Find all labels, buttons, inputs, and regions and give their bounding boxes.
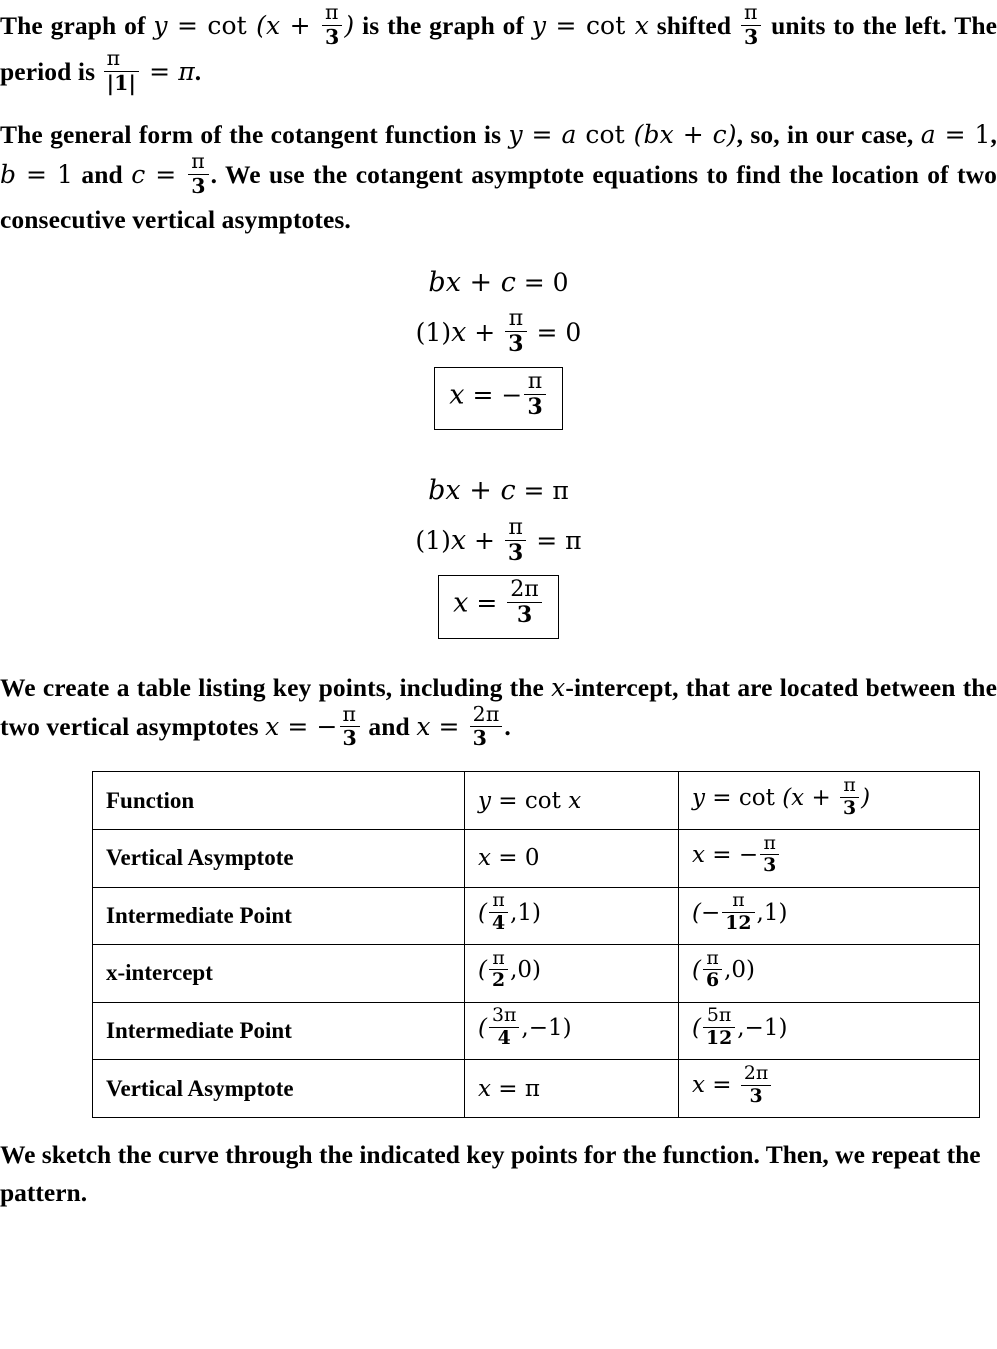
table-row: Intermediate Point (3π 4 ,−1) (5π 12 ,−1) bbox=[92, 1001, 980, 1061]
text-shifted: shifted bbox=[656, 10, 732, 40]
expression-general-form: y = a cot (bx + c) bbox=[508, 120, 737, 150]
table-row: Intermediate Point (π 4,1) (− π 12,1) bbox=[92, 886, 980, 946]
expression-period-pi: π |1| = π bbox=[102, 48, 195, 93]
table-cell-shifted-intermediate-point-1: (− π 12,1) bbox=[678, 886, 980, 946]
table-cell-header-cot-x: y = cot x bbox=[464, 771, 679, 830]
table-cell-function-label: Function bbox=[92, 771, 465, 830]
expression-c-equals-pi-3: c = π3 bbox=[131, 151, 210, 196]
boxed-solution-right-asymptote-wrapper: x = 2π 3 bbox=[0, 569, 997, 639]
text-we-create-table: We create a table listing key points, in… bbox=[0, 672, 544, 702]
text-period-end: . bbox=[194, 56, 202, 86]
expression-b-equals-1: b = 1 bbox=[0, 159, 74, 189]
boxed-solution-right-asymptote: x = 2π 3 bbox=[438, 575, 559, 639]
table-cell-shifted-vertical-asymptote-1: x = − π 3 bbox=[678, 828, 980, 888]
table-cell-label-vertical-asymptote-1: Vertical Asymptote bbox=[92, 828, 465, 888]
table-cell-cotx-vertical-asymptote-2: x = π bbox=[464, 1059, 679, 1118]
table-row: Vertical Asymptote x = π x = 2π 3 bbox=[92, 1059, 980, 1118]
table-row: x-intercept (π 2,0) (π 6,0) bbox=[92, 944, 980, 1003]
table-cell-label-x-intercept: x-intercept bbox=[92, 944, 465, 1003]
expression-a-equals-1: a = 1 bbox=[920, 120, 991, 150]
table-cell-label-intermediate-point-1: Intermediate Point bbox=[92, 886, 465, 946]
table-cell-shifted-x-intercept: (π 6,0) bbox=[678, 944, 980, 1003]
expression-asymptote-right-inline: x = 2π 3 bbox=[416, 703, 504, 749]
equation-bx-plus-c-equals-pi: bx + c = π bbox=[428, 475, 569, 507]
equation-substituted-zero: (1)x + π3 = 0 bbox=[415, 305, 582, 358]
table-row-header: Function y = cot x y = cot (x + π 3) bbox=[92, 771, 980, 830]
paragraph-table-intro: We create a table listing key points, in… bbox=[0, 669, 997, 754]
table-cell-cotx-vertical-asymptote-1: x = 0 bbox=[464, 828, 679, 888]
text-the-graph-of: The graph of bbox=[0, 10, 146, 40]
expression-pi-over-3-shift: π3 bbox=[739, 2, 763, 47]
text-so-in-our-case: , so, in our case, bbox=[736, 120, 914, 150]
equation-spacer bbox=[0, 430, 997, 466]
text-final-period: . bbox=[504, 712, 511, 742]
text-and: and bbox=[81, 159, 123, 189]
italic-x: x bbox=[551, 672, 566, 702]
text-general-form-intro: The general form of the cotangent functi… bbox=[0, 120, 502, 150]
equation-group-asymptote-right: bx + c = π (1)x + π3 = π x = 2π 3 bbox=[0, 466, 997, 639]
expression-y-cot-x-plus-pi-3: y = cot (x + π 3) bbox=[153, 0, 355, 49]
table-cell-cotx-intermediate-point-2: (3π 4 ,−1) bbox=[464, 1001, 679, 1061]
equation-bx-plus-c-equals-0: bx + c = 0 bbox=[428, 266, 569, 298]
table-cell-cotx-x-intercept: (π 2,0) bbox=[464, 944, 679, 1003]
document-page: The graph of y = cot (x + π 3) is the gra… bbox=[0, 0, 997, 1212]
paragraph-sketch-curve: We sketch the curve through the indicate… bbox=[0, 1139, 981, 1208]
table-cell-cotx-intermediate-point-1: (π 4,1) bbox=[464, 886, 679, 946]
paragraph-general-form: The general form of the cotangent functi… bbox=[0, 120, 997, 234]
equation-group-asymptote-left: bx + c = 0 (1)x + π3 = 0 x = − π 3 bbox=[0, 258, 997, 431]
key-points-table: Function y = cot x y = cot (x + π 3) Vert… bbox=[92, 771, 980, 1118]
expression-asymptote-left-inline: x = − π 3 bbox=[265, 703, 362, 749]
expression-y-cot-x: y = cot x bbox=[531, 10, 649, 40]
boxed-solution-left-asymptote: x = − π 3 bbox=[434, 366, 563, 431]
boxed-solution-left-asymptote-wrapper: x = − π 3 bbox=[0, 361, 997, 431]
table-cell-label-vertical-asymptote-2: Vertical Asymptote bbox=[92, 1059, 465, 1118]
text-and-2: and bbox=[368, 712, 410, 742]
table-cell-shifted-intermediate-point-2: (5π 12 ,−1) bbox=[678, 1001, 980, 1061]
table-cell-header-cot-x-shift: y = cot (x + π 3) bbox=[678, 771, 980, 830]
table-cell-shifted-vertical-asymptote-2: x = 2π 3 bbox=[678, 1059, 980, 1118]
table-row: Vertical Asymptote x = 0 x = − π 3 bbox=[92, 828, 980, 888]
text-is-the-graph-of: is the graph of bbox=[362, 10, 525, 40]
equation-substituted-pi: (1)x + π3 = π bbox=[415, 513, 582, 566]
paragraph-graph-shift: The graph of y = cot (x + π 3) is the gra… bbox=[0, 0, 997, 98]
table-cell-label-intermediate-point-2: Intermediate Point bbox=[92, 1001, 465, 1061]
